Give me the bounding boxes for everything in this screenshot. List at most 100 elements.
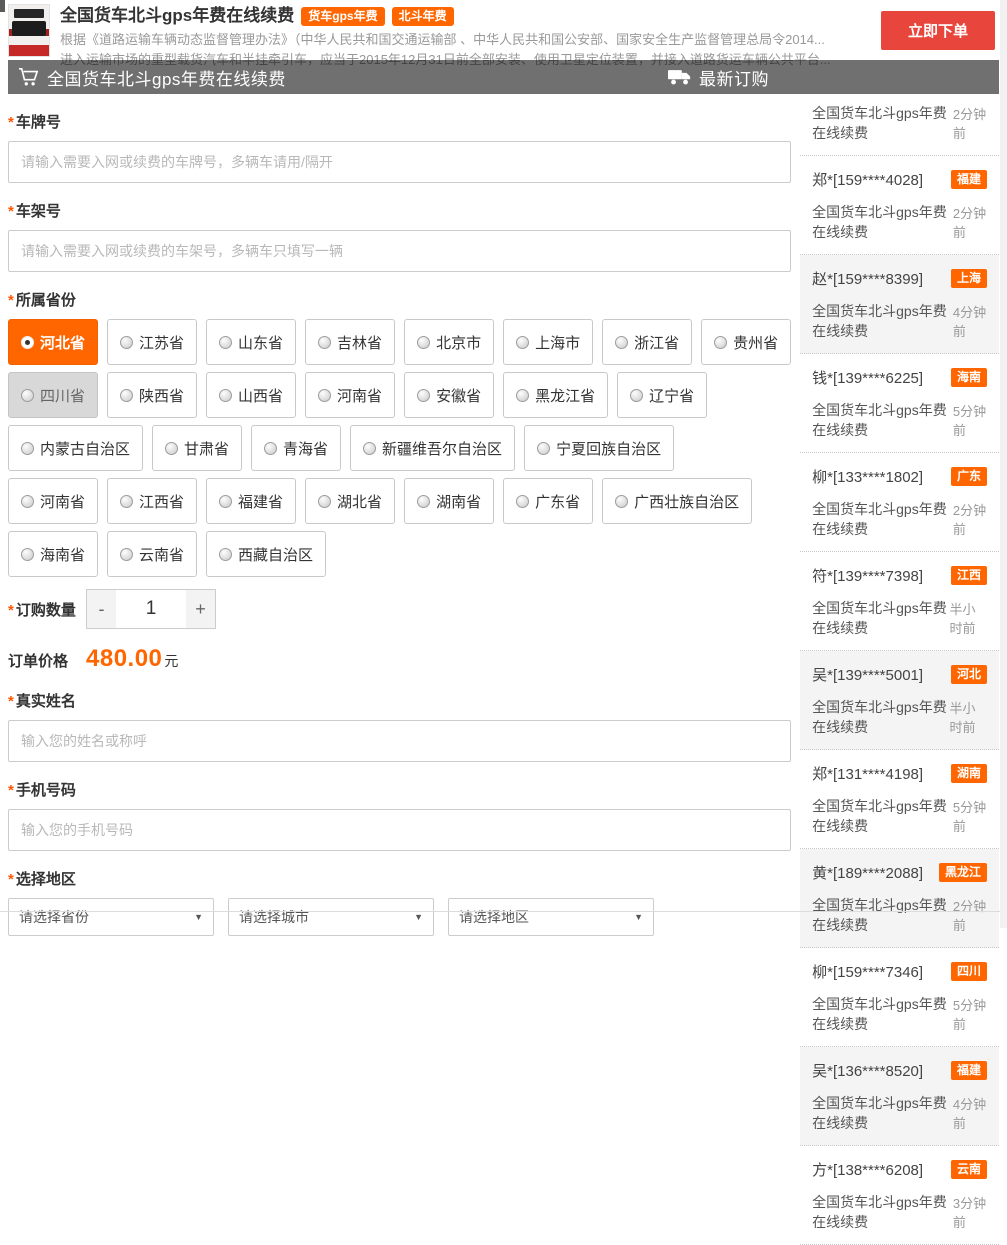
- radio-icon: [516, 495, 529, 508]
- price-label: 订单价格: [8, 650, 86, 671]
- province-option[interactable]: 浙江省: [602, 319, 692, 365]
- order-time: 5分钟前: [953, 401, 987, 439]
- order-item: 柳*[159****7346] 四川 全国货车北斗gps年费在线续费 5分钟前: [800, 948, 999, 1047]
- province-option[interactable]: 陕西省: [107, 372, 197, 418]
- tag-truck-gps-fee: 货车gps年费: [301, 7, 384, 26]
- region-label: *选择地区: [8, 871, 791, 889]
- main-content: *车牌号 *车架号 *所属省份 河北省 江苏省 山东省 吉林省 北京市 上海市 …: [8, 94, 999, 1245]
- province-option[interactable]: 甘肃省: [152, 425, 242, 471]
- order-buyer: 吴*[139****5001]: [812, 664, 923, 685]
- province-option[interactable]: 内蒙古自治区: [8, 425, 143, 471]
- order-time: 半小时前: [950, 698, 988, 736]
- order-item: 黄*[189****2088] 黑龙江 全国货车北斗gps年费在线续费 2分钟前: [800, 849, 999, 948]
- province-row-2: 四川省 陕西省 山西省 河南省 安徽省 黑龙江省 辽宁省: [8, 372, 791, 418]
- radio-icon: [516, 336, 529, 349]
- province-option[interactable]: 湖北省: [305, 478, 395, 524]
- order-now-button[interactable]: 立即下单: [881, 11, 995, 50]
- section-bar: 全国货车北斗gps年费在线续费 最新订购: [8, 60, 999, 94]
- province-row-1: 河北省 江苏省 山东省 吉林省 北京市 上海市 浙江省 贵州省: [8, 319, 791, 365]
- province-badge: 云南: [951, 1160, 987, 1179]
- order-time: 半小时前: [950, 599, 988, 637]
- required-mark: *: [8, 871, 14, 888]
- radio-icon: [417, 389, 430, 402]
- real-name-input[interactable]: [8, 720, 791, 762]
- province-option[interactable]: 宁夏回族自治区: [524, 425, 674, 471]
- order-buyer: 吴*[136****8520]: [812, 1060, 923, 1081]
- chevron-down-icon: ▼: [414, 912, 423, 922]
- radio-icon: [120, 495, 133, 508]
- product-header: 全国货车北斗gps年费在线续费 货车gps年费 北斗年费 根据《道路运输车辆动态…: [0, 0, 1007, 68]
- province-select[interactable]: 请选择省份 ▼: [8, 898, 214, 936]
- district-select[interactable]: 请选择地区 ▼: [448, 898, 654, 936]
- quantity-row: *订购数量 - 1 +: [8, 589, 791, 629]
- province-option[interactable]: 湖南省: [404, 478, 494, 524]
- quantity-increase-button[interactable]: +: [186, 589, 216, 629]
- province-option[interactable]: 山东省: [206, 319, 296, 365]
- vin-input[interactable]: [8, 230, 791, 272]
- phone-input[interactable]: [8, 809, 791, 851]
- quantity-decrease-button[interactable]: -: [86, 589, 116, 629]
- province-option[interactable]: 山西省: [206, 372, 296, 418]
- order-buyer: 郑*[159****4028]: [812, 169, 923, 190]
- province-option[interactable]: 辽宁省: [617, 372, 707, 418]
- plate-number-input[interactable]: [8, 141, 791, 183]
- order-item: 柳*[133****1802] 广东 全国货车北斗gps年费在线续费 2分钟前: [800, 453, 999, 552]
- order-item: 全国货车北斗gps年费在线续费 2分钟前: [800, 94, 999, 156]
- province-option[interactable]: 上海市: [503, 319, 593, 365]
- province-badge: 四川: [951, 962, 987, 981]
- province-option[interactable]: 北京市: [404, 319, 494, 365]
- order-buyer: 赵*[159****8399]: [812, 268, 923, 289]
- city-select[interactable]: 请选择城市 ▼: [228, 898, 434, 936]
- radio-icon: [417, 495, 430, 508]
- province-option-hebei-selected[interactable]: 河北省: [8, 319, 98, 365]
- order-item: 郑*[159****4028] 福建 全国货车北斗gps年费在线续费 2分钟前: [800, 156, 999, 255]
- province-option[interactable]: 黑龙江省: [503, 372, 608, 418]
- province-option[interactable]: 广东省: [503, 478, 593, 524]
- province-option[interactable]: 福建省: [206, 478, 296, 524]
- radio-icon: [318, 336, 331, 349]
- province-option[interactable]: 河南省: [8, 478, 98, 524]
- province-option[interactable]: 安徽省: [404, 372, 494, 418]
- order-time: 3分钟前: [953, 1193, 987, 1231]
- province-option[interactable]: 新疆维吾尔自治区: [350, 425, 515, 471]
- province-option[interactable]: 青海省: [251, 425, 341, 471]
- tag-beidou-fee: 北斗年费: [392, 7, 454, 26]
- order-buyer: 黄*[189****2088]: [812, 862, 923, 883]
- province-option[interactable]: 江苏省: [107, 319, 197, 365]
- radio-icon: [363, 442, 376, 455]
- required-mark: *: [8, 292, 14, 309]
- chevron-down-icon: ▼: [634, 912, 643, 922]
- order-time: 4分钟前: [953, 302, 987, 340]
- chevron-down-icon: ▼: [194, 912, 203, 922]
- latest-orders-list: 全国货车北斗gps年费在线续费 2分钟前 郑*[159****4028] 福建 …: [800, 94, 999, 1245]
- truck-icon: [668, 68, 692, 86]
- province-option[interactable]: 河南省: [305, 372, 395, 418]
- radio-icon: [165, 442, 178, 455]
- province-option[interactable]: 云南省: [107, 531, 197, 577]
- province-badge: 河北: [951, 665, 987, 684]
- province-row-4: 河南省 江西省 福建省 湖北省 湖南省 广东省 广西壮族自治区: [8, 478, 791, 524]
- order-time: 2分钟前: [953, 104, 987, 142]
- order-time: 4分钟前: [953, 1094, 987, 1132]
- quantity-value[interactable]: 1: [116, 589, 186, 629]
- province-option[interactable]: 江西省: [107, 478, 197, 524]
- logo-red-banner: [9, 45, 49, 56]
- province-badge: 湖南: [951, 764, 987, 783]
- province-option-sichuan-hover[interactable]: 四川省: [8, 372, 98, 418]
- province-option[interactable]: 吉林省: [305, 319, 395, 365]
- province-option[interactable]: 贵州省: [701, 319, 791, 365]
- province-option[interactable]: 海南省: [8, 531, 98, 577]
- province-row-3: 内蒙古自治区 甘肃省 青海省 新疆维吾尔自治区 宁夏回族自治区: [8, 425, 791, 471]
- title-row: 全国货车北斗gps年费在线续费 货车gps年费 北斗年费: [60, 4, 997, 28]
- product-description-line1: 根据《道路运输车辆动态监督管理办法》（中华人民共和国交通运输部 、中华人民共和国…: [60, 31, 997, 48]
- order-buyer: 柳*[159****7346]: [812, 961, 923, 982]
- radio-icon: [417, 336, 430, 349]
- radio-icon: [615, 495, 628, 508]
- radio-icon: [120, 336, 133, 349]
- province-option[interactable]: 广西壮族自治区: [602, 478, 752, 524]
- price-value: 480.00: [86, 645, 162, 673]
- cart-icon: [18, 67, 40, 87]
- province-badge: 海南: [951, 368, 987, 387]
- province-option[interactable]: 西藏自治区: [206, 531, 326, 577]
- radio-icon: [318, 389, 331, 402]
